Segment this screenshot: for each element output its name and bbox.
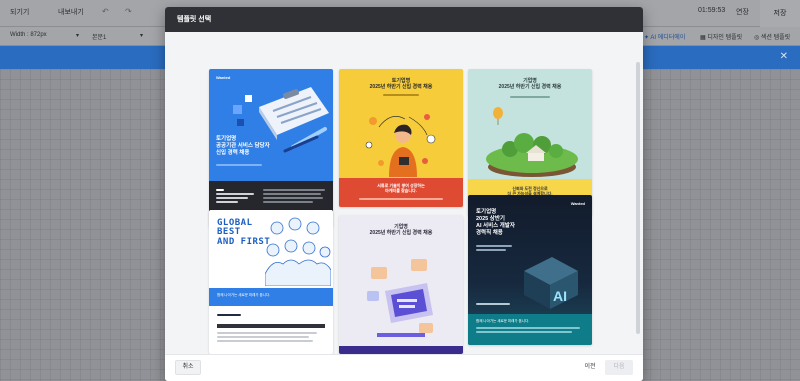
redo-icon[interactable]: ↷ bbox=[125, 7, 132, 16]
section-template-button[interactable]: ◎ 섹션 템플릿 bbox=[754, 32, 790, 41]
card-title: 기업명 2025년 하반기 신입 경력 채용 bbox=[498, 78, 562, 91]
card-band: 함께 나아가는 새로운 미래가 옵니다. bbox=[209, 288, 333, 306]
width-select[interactable]: Width : 872px bbox=[10, 32, 47, 38]
template-card[interactable]: 토기업명 2025년 하반기 신입 경력 채용 서류로 기술이 쌓여 성장하는 … bbox=[339, 69, 463, 207]
brand-logo: Wanted bbox=[570, 201, 585, 206]
design-template-button[interactable]: ▦ 디자인 템플릿 bbox=[700, 32, 742, 41]
card-bottom: 함께 나아가는 새로운 미래가 옵니다. bbox=[468, 314, 592, 345]
modal-header: 템플릿 선택 bbox=[165, 7, 643, 32]
close-icon[interactable]: ✕ bbox=[780, 51, 788, 62]
card-title: GLOBAL BEST AND FIRST bbox=[217, 218, 271, 247]
save-button[interactable]: 저장 bbox=[760, 0, 800, 27]
card-subtitle: 함께 나아가는 새로운 미래가 옵니다. bbox=[476, 319, 530, 323]
timer: 01:59:53 bbox=[698, 7, 726, 14]
chevron-down-icon[interactable]: ▾ bbox=[140, 32, 143, 39]
card-bottom: 서류로 기술이 쌓여 성장하는 마케터를 찾습니다. bbox=[339, 178, 463, 207]
card-title: 토기업명 2025년 하반기 신입 경력 채용 bbox=[369, 78, 433, 91]
crowd-illustration bbox=[265, 217, 331, 286]
chevron-down-icon[interactable]: ▾ bbox=[76, 32, 79, 39]
template-card[interactable]: Wanted 토기업명 2025 상반기 AI 서비스 개발자 경력직 채용 A… bbox=[468, 195, 592, 345]
svg-text:AI: AI bbox=[553, 288, 567, 304]
section-icon: ◎ bbox=[754, 35, 761, 41]
card-title: 기업명 2025년 하반기 신입 경력 채용 bbox=[369, 224, 433, 237]
devices-illustration bbox=[367, 259, 433, 337]
cancel-button[interactable]: 취소 bbox=[175, 360, 201, 375]
person-illustration bbox=[365, 114, 436, 177]
card-title: 토기업명 공공기관 서비스 담당자 신입 경력 채용 bbox=[216, 136, 270, 156]
prev-button[interactable]: 되기기 bbox=[10, 7, 29, 17]
undo-icon[interactable]: ↶ bbox=[102, 7, 109, 16]
card-subtitle: 서류로 기술이 쌓여 성장하는 마케터를 찾습니다. bbox=[377, 183, 425, 194]
export-button[interactable]: 내보내기 bbox=[58, 7, 84, 17]
template-modal: 템플릿 선택 Wanted 토기업명 공공기관 서비스 담당자 신입 경력 채용 bbox=[165, 7, 643, 381]
modal-title: 템플릿 선택 bbox=[177, 16, 212, 23]
template-card[interactable]: Wanted 토기업명 공공기관 서비스 담당자 신입 경력 채용 bbox=[209, 69, 333, 227]
card-subtitle: 함께 나아가는 새로운 미래가 옵니다. bbox=[217, 293, 271, 297]
template-card[interactable]: 기업명 2025년 하반기 신입 경력 채용 bbox=[339, 215, 463, 354]
template-card[interactable]: 기업명 2025년 하반기 신입 경력 채용 신뢰와 도전 정신으로 더 큰 가… bbox=[468, 69, 592, 216]
previous-button[interactable]: 이전 bbox=[577, 360, 603, 375]
template-grid: Wanted 토기업명 공공기관 서비스 담당자 신입 경력 채용 토기업명 2… bbox=[165, 32, 643, 354]
next-button[interactable]: 다음 bbox=[605, 360, 633, 375]
ai-editor-button[interactable]: ✦ AI 에디터에이 bbox=[644, 32, 685, 41]
island-illustration bbox=[486, 107, 578, 177]
ai-chip-illustration: AI bbox=[524, 257, 578, 309]
card-footer bbox=[339, 346, 463, 354]
card-title: 토기업명 2025 상반기 AI 서비스 개발자 경력직 채용 bbox=[476, 209, 515, 236]
extend-button[interactable]: 연장 bbox=[736, 7, 749, 17]
modal-scrollbar[interactable] bbox=[636, 62, 640, 334]
template-card[interactable]: GLOBAL BEST AND FIRST 함께 나아가는 새로운 미래가 옵니… bbox=[209, 210, 333, 354]
modal-footer: 취소 이전 다음 bbox=[165, 354, 643, 381]
style-select[interactable]: 본문1 bbox=[92, 32, 106, 41]
